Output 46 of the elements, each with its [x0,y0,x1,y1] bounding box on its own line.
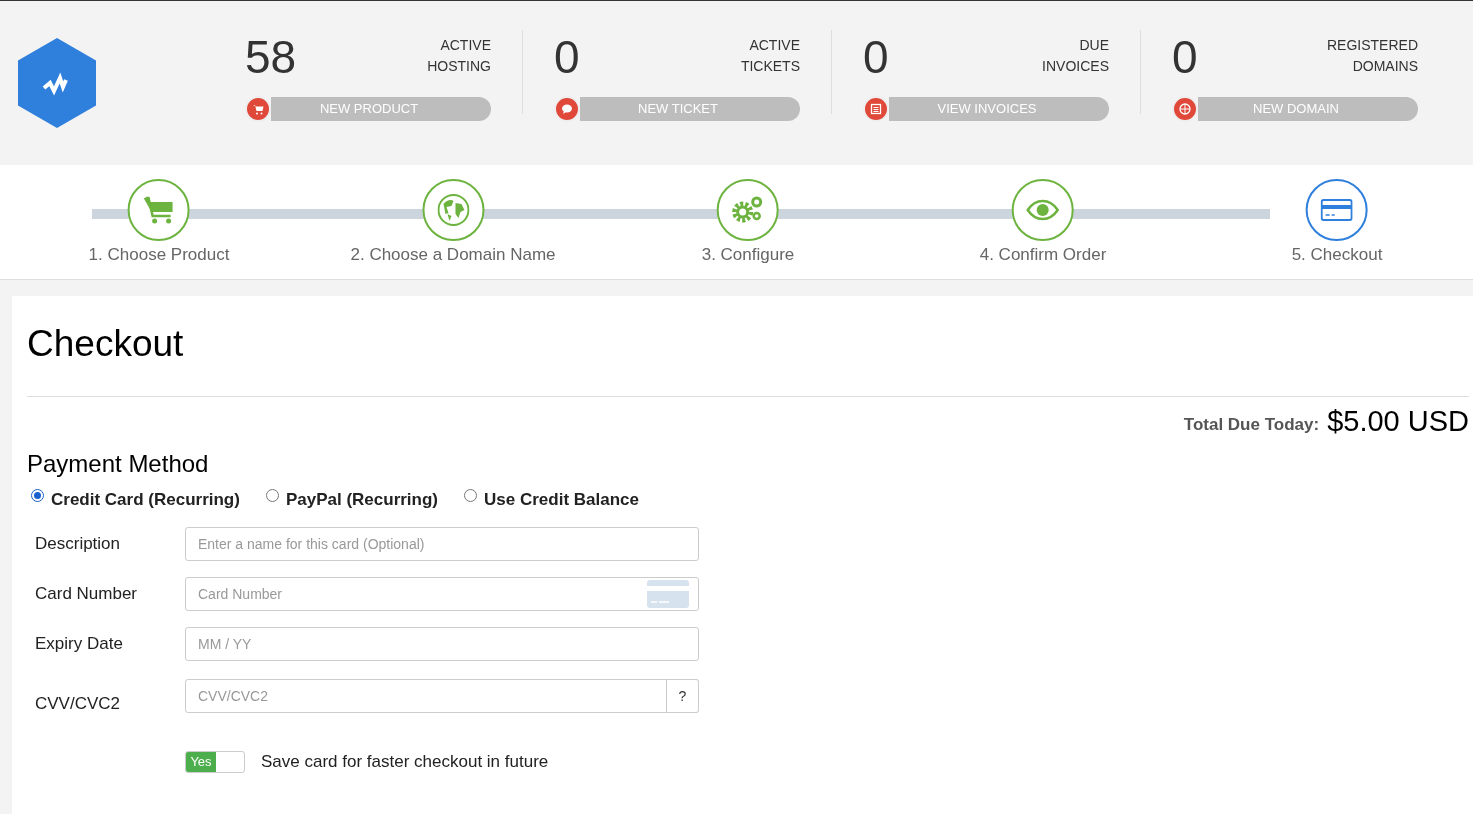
text-field[interactable]: Enter a name for this card (Optional) [185,526,699,561]
stat-count: 0 [863,32,889,82]
text-field[interactable]: MM / YY [185,626,699,661]
toggle-switch[interactable]: Yes [185,750,245,773]
field-label: Description [35,532,122,555]
save-card-label: Save card for faster checkout in future [261,751,549,773]
total-label: Total Due Today: [1183,413,1320,436]
field-label: CVV/CVC2 [35,692,122,715]
stat-action-button[interactable]: NEW TICKET [580,97,800,121]
stat-count: 58 [245,32,297,82]
help-button[interactable]: ? [667,679,699,714]
radio-label: Credit Card (Recurring) [51,489,240,511]
cart-icon [252,103,264,115]
stat-action-button[interactable]: VIEW INVOICES [889,97,1109,121]
stat-label: REGISTERED DOMAINS [1327,36,1418,76]
page-title: Checkout [27,322,185,366]
stat-action-button[interactable]: NEW DOMAIN [1198,97,1418,121]
stat-count: 0 [1172,32,1198,82]
total-amount: $5.00 USD [1327,404,1469,439]
globe-icon [437,194,469,226]
card-number-field[interactable]: Card Number [185,576,699,611]
step-label: 1. Choose Product [88,244,230,266]
cart-icon [143,196,175,224]
field-label: Card Number [35,582,139,605]
hexagon-logo-icon [18,38,96,128]
stat-label: ACTIVE TICKETS [740,36,800,76]
field-label: Expiry Date [35,632,124,655]
step-label: 4. Confirm Order [979,244,1107,266]
stat-count: 0 [554,32,580,82]
step-label: 5. Checkout [1291,244,1383,266]
credit-card-icon [1321,199,1353,221]
radio-label: PayPal (Recurring) [285,489,439,511]
globe-icon [1179,103,1191,115]
cvv-field[interactable]: CVV/CVC2 [185,679,667,714]
stat-action-button[interactable]: NEW PRODUCT [271,97,491,121]
radio-label: Use Credit Balance [484,489,639,511]
payment-method-heading: Payment Method [27,449,210,479]
list-icon [870,103,882,115]
gears-icon [731,195,765,225]
stat-label: ACTIVE HOSTING [427,36,491,76]
speech-bubble-icon [561,103,573,115]
stat-label: DUE INVOICES [1042,36,1109,76]
card-icon [647,579,689,608]
eye-icon [1026,199,1060,221]
step-label: 2. Choose a Domain Name [350,244,556,266]
step-label: 3. Configure [701,244,795,266]
